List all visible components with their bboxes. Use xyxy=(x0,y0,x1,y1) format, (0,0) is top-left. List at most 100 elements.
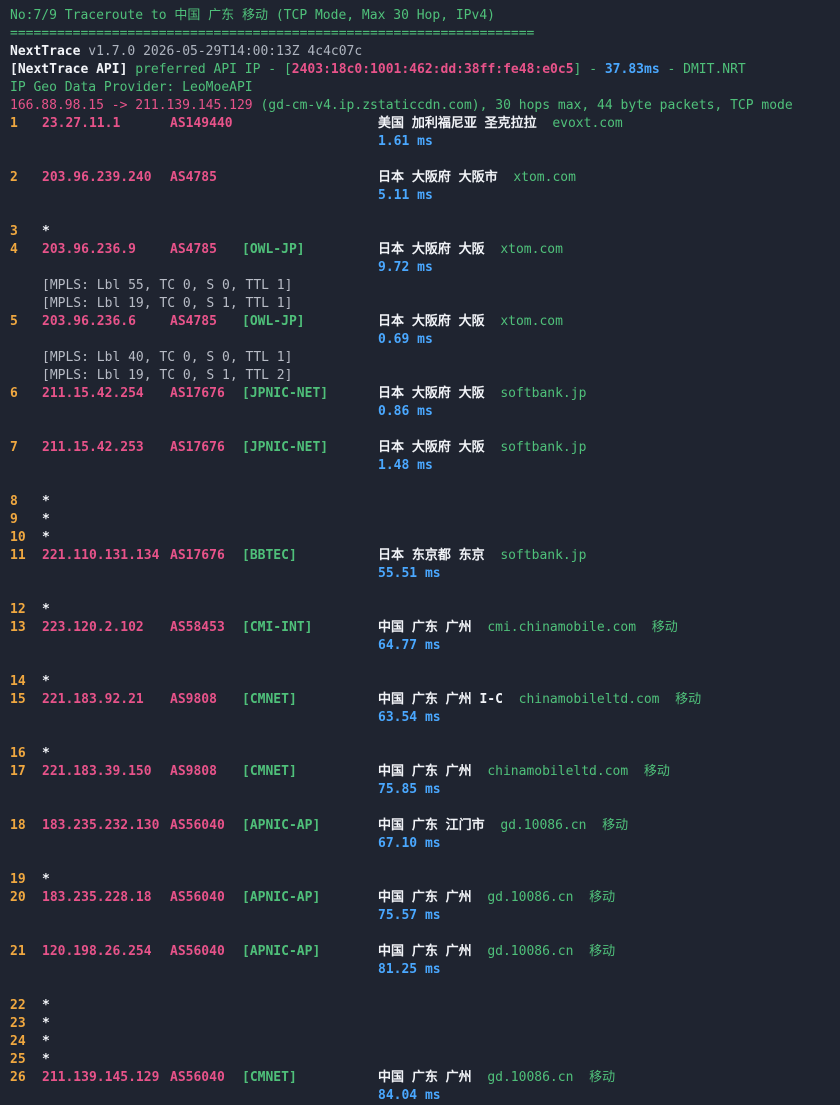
hop-ip: 183.235.232.130 xyxy=(42,818,160,833)
hop-rtt-row: 1.48 ms xyxy=(10,457,840,475)
hop-rtt-row: 75.85 ms xyxy=(10,781,840,799)
hop-asn: AS9808 xyxy=(170,692,217,707)
hop-location: 日本 大阪府 大阪 xyxy=(378,440,485,455)
hop-host: gd.10086.cn xyxy=(500,818,587,833)
hop-number: 1 xyxy=(10,116,18,131)
hop-location: 中国 广东 江门市 xyxy=(378,818,485,833)
timeout-star: * xyxy=(42,872,50,887)
hop-number: 14 xyxy=(10,674,26,689)
hop-isp: 移动 xyxy=(589,944,616,959)
hop-tag: [CMI-INT] xyxy=(242,620,313,635)
api-node: - DMIT.NRT xyxy=(659,62,746,77)
hop-timeout-row: 3 * xyxy=(10,223,840,241)
hop-number: 17 xyxy=(10,764,26,779)
hop-asn: AS4785 xyxy=(170,242,217,257)
hop-host: softbank.jp xyxy=(500,440,587,455)
hop-asn: AS17676 xyxy=(170,548,225,563)
hop-row: 17 221.183.39.150 AS9808 [CMNET] 中国 广东 广州 ch… xyxy=(10,763,840,781)
hop-rtt: 64.77 ms xyxy=(378,638,441,653)
hop-geo: 日本 大阪府 大阪 xtom.com xyxy=(378,241,563,259)
hop-geo: 美国 加利福尼亚 圣克拉拉 evoxt.com xyxy=(378,115,623,133)
api-close-text: ] - xyxy=(573,62,605,77)
hop-rtt: 75.57 ms xyxy=(378,908,441,923)
hop-location: 中国 广东 广州 xyxy=(378,944,472,959)
hop-rtt: 0.86 ms xyxy=(378,404,433,419)
mpls-label-row: [MPLS: Lbl 55, TC 0, S 0, TTL 1] xyxy=(10,277,840,295)
hop-row: 18 183.235.232.130 AS56040 [APNIC-AP] 中国 广东 … xyxy=(10,817,840,835)
route-line: 166.88.98.15 -> 211.139.145.129 (gd-cm-v… xyxy=(10,97,840,115)
hop-location: 日本 东京都 东京 xyxy=(378,548,485,563)
hop-host: softbank.jp xyxy=(500,548,587,563)
hop-location: 日本 大阪府 大阪 xyxy=(378,242,485,257)
separator-line: ========================================… xyxy=(10,26,535,41)
hop-rtt-row: 55.51 ms xyxy=(10,565,840,583)
hop-row: 1 23.27.11.1 AS149440 美国 加利福尼亚 圣克拉拉 evoxt.c… xyxy=(10,115,840,133)
hop-tag: [BBTEC] xyxy=(242,548,297,563)
hop-geo: 日本 大阪府 大阪市 xtom.com xyxy=(378,169,576,187)
hop-rtt-row: 1.61 ms xyxy=(10,133,840,151)
hop-list: 1 23.27.11.1 AS149440 美国 加利福尼亚 圣克拉拉 evoxt.c… xyxy=(10,115,840,1105)
hop-rtt-row: 75.57 ms xyxy=(10,907,840,925)
hop-row: 5 203.96.236.6 AS4785 [OWL-JP] 日本 大阪府 大阪 xto… xyxy=(10,313,840,331)
hop-location: 中国 广东 广州 xyxy=(378,1070,472,1085)
api-label: [NextTrace API] xyxy=(10,62,128,77)
hop-tag: [OWL-JP] xyxy=(242,314,305,329)
hop-location: 日本 大阪府 大阪市 xyxy=(378,170,498,185)
hop-ip: 211.15.42.253 xyxy=(42,440,144,455)
hop-row: 2 203.96.239.240 AS4785 日本 大阪府 大阪市 xtom.com xyxy=(10,169,840,187)
hop-rtt: 9.72 ms xyxy=(378,260,433,275)
hop-host: softbank.jp xyxy=(500,386,587,401)
hop-timeout-row: 16 * xyxy=(10,745,840,763)
hop-row: 20 183.235.228.18 AS56040 [APNIC-AP] 中国 广东 广… xyxy=(10,889,840,907)
timeout-star: * xyxy=(42,998,50,1013)
hop-geo: 中国 广东 广州 I-C chinamobileltd.com 移动 xyxy=(378,691,701,709)
hop-number: 5 xyxy=(10,314,18,329)
hop-geo: 中国 广东 广州 gd.10086.cn 移动 xyxy=(378,1069,615,1087)
mpls-label: [MPLS: Lbl 40, TC 0, S 0, TTL 1] xyxy=(42,350,293,365)
hop-asn: AS4785 xyxy=(170,314,217,329)
terminal-window: No:7/9 Traceroute to 中国 广东 移动 (TCP Mode,… xyxy=(0,0,840,1105)
hop-location: 中国 广东 广州 I-C xyxy=(378,692,503,707)
mpls-label-row: [MPLS: Lbl 40, TC 0, S 0, TTL 1] xyxy=(10,349,840,367)
hop-rtt-row: 63.54 ms xyxy=(10,709,840,727)
hop-tag: [OWL-JP] xyxy=(242,242,305,257)
hop-row: 7 211.15.42.253 AS17676 [JPNIC-NET] 日本 大阪府 大… xyxy=(10,439,840,457)
hop-asn: AS56040 xyxy=(170,1070,225,1085)
route-info: (gd-cm-v4.ip.zstaticcdn.com), 30 hops ma… xyxy=(252,98,793,113)
hop-rtt: 63.54 ms xyxy=(378,710,441,725)
mpls-label: [MPLS: Lbl 19, TC 0, S 1, TTL 2] xyxy=(42,368,293,383)
hop-rtt-row: 81.25 ms xyxy=(10,961,840,979)
hop-ip: 203.96.236.9 xyxy=(42,242,136,257)
hop-location: 日本 大阪府 大阪 xyxy=(378,314,485,329)
hop-geo: 日本 大阪府 大阪 xtom.com xyxy=(378,313,563,331)
hop-isp: 移动 xyxy=(675,692,702,707)
hop-asn: AS17676 xyxy=(170,440,225,455)
hop-number: 18 xyxy=(10,818,26,833)
hop-tag: [JPNIC-NET] xyxy=(242,386,329,401)
hop-host: chinamobileltd.com xyxy=(518,692,660,707)
hop-geo: 日本 大阪府 大阪 softbank.jp xyxy=(378,385,586,403)
hop-asn: AS56040 xyxy=(170,818,225,833)
hop-host: evoxt.com xyxy=(552,116,623,131)
version-info: v1.7.0 2026-05-29T14:00:13Z 4c4c07c xyxy=(80,44,363,59)
api-line: [NextTrace API] preferred API IP - [2403… xyxy=(10,61,840,79)
hop-number: 6 xyxy=(10,386,18,401)
hop-tag: [CMNET] xyxy=(242,1070,297,1085)
hop-timeout-row: 12 * xyxy=(10,601,840,619)
hop-number: 15 xyxy=(10,692,26,707)
hop-tag: [CMNET] xyxy=(242,692,297,707)
hop-row: 4 203.96.236.9 AS4785 [OWL-JP] 日本 大阪府 大阪 xto… xyxy=(10,241,840,259)
hop-ip: 221.110.131.134 xyxy=(42,548,160,563)
hop-rtt: 1.48 ms xyxy=(378,458,433,473)
hop-geo: 中国 广东 广州 gd.10086.cn 移动 xyxy=(378,889,615,907)
hop-tag: [APNIC-AP] xyxy=(242,890,321,905)
hop-ip: 203.96.239.240 xyxy=(42,170,152,185)
timeout-star: * xyxy=(42,494,50,509)
hop-rtt: 1.61 ms xyxy=(378,134,433,149)
